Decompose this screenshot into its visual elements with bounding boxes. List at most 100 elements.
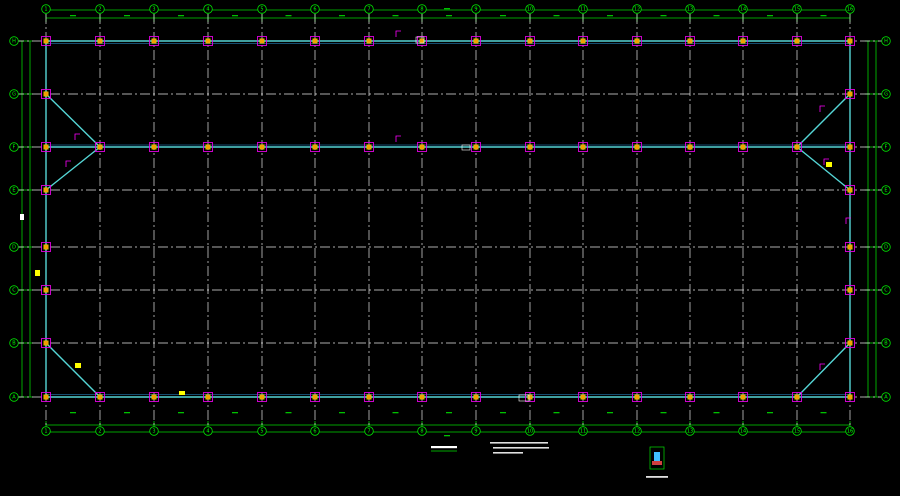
axis-bubbles: 1122334455667788991010111112121313141415… bbox=[9, 4, 891, 436]
dim-value-mark bbox=[713, 412, 720, 414]
axis-bubble-left-A-label: A bbox=[12, 394, 16, 400]
axis-bubble-left-G-label: G bbox=[12, 91, 16, 97]
dim-value-mark bbox=[500, 412, 506, 414]
column-core bbox=[794, 394, 800, 400]
column-core bbox=[312, 38, 318, 44]
axis-bubble-right-H-label: H bbox=[884, 38, 888, 44]
axis-bubble-left-C-label: C bbox=[12, 287, 16, 293]
column-core bbox=[794, 144, 800, 150]
axis-bubble-bottom-9-label: 9 bbox=[474, 428, 477, 434]
axis-bubble-top-7-label: 7 bbox=[367, 6, 370, 12]
axis-bubble-bottom-14-label: 14 bbox=[740, 428, 746, 434]
dim-value-mark bbox=[660, 15, 667, 17]
annotations bbox=[20, 30, 851, 402]
axis-bubble-left-F-label: F bbox=[13, 144, 16, 150]
axis-grid bbox=[14, 14, 886, 428]
leader-mark bbox=[65, 160, 71, 167]
axis-bubble-bottom-4-label: 4 bbox=[206, 428, 209, 434]
dim-value-mark bbox=[820, 15, 827, 17]
title-notes bbox=[431, 442, 668, 478]
column-core bbox=[847, 187, 853, 193]
axis-bubble-top-5-label: 5 bbox=[260, 6, 263, 12]
dim-value-mark bbox=[607, 15, 613, 17]
column-core bbox=[366, 394, 372, 400]
axis-bubble-bottom-12-label: 12 bbox=[634, 428, 640, 434]
axis-bubble-bottom-10-label: 10 bbox=[527, 428, 533, 434]
axis-bubble-right-E-label: E bbox=[884, 187, 887, 193]
column-core bbox=[259, 144, 265, 150]
brace-left-bottom bbox=[45, 342, 101, 398]
section-tag bbox=[75, 363, 81, 368]
dim-value-mark bbox=[553, 412, 560, 414]
axis-bubble-right-B-label: B bbox=[884, 340, 888, 346]
dim-total-mark bbox=[444, 435, 450, 437]
dim-value-mark bbox=[446, 15, 452, 17]
columns bbox=[41, 36, 855, 402]
column-core bbox=[97, 394, 103, 400]
column-core bbox=[312, 144, 318, 150]
axis-bubble-left-E-label: E bbox=[12, 187, 15, 193]
dim-value-mark bbox=[232, 15, 238, 17]
brace-right-lower bbox=[796, 146, 851, 191]
column-core bbox=[473, 38, 479, 44]
dim-value-mark bbox=[339, 15, 345, 17]
column-core bbox=[43, 244, 49, 250]
dim-value-mark bbox=[767, 15, 773, 17]
column-core bbox=[634, 38, 640, 44]
column-core bbox=[97, 38, 103, 44]
column-core bbox=[740, 394, 746, 400]
axis-bubble-top-4-label: 4 bbox=[206, 6, 209, 12]
axis-bubble-top-11-label: 11 bbox=[580, 6, 586, 12]
column-core bbox=[847, 38, 853, 44]
column-core bbox=[205, 38, 211, 44]
axis-bubble-top-3-label: 3 bbox=[152, 6, 155, 12]
column-core bbox=[43, 340, 49, 346]
dim-value-mark bbox=[660, 412, 667, 414]
column-core bbox=[312, 394, 318, 400]
column-core bbox=[634, 394, 640, 400]
dim-value-mark bbox=[178, 15, 184, 17]
dim-value-mark bbox=[285, 15, 292, 17]
dim-value-mark bbox=[500, 15, 506, 17]
axis-bubble-top-16-label: 16 bbox=[847, 6, 853, 12]
column-core bbox=[151, 38, 157, 44]
axis-bubble-right-D-label: D bbox=[884, 244, 888, 250]
drawing-title-mark bbox=[431, 446, 457, 449]
column-core bbox=[687, 394, 693, 400]
axis-bubble-top-1-label: 1 bbox=[44, 6, 47, 12]
detail-caption-mark bbox=[646, 476, 668, 478]
dim-total-mark bbox=[444, 8, 450, 10]
column-core bbox=[847, 91, 853, 97]
column-core bbox=[151, 144, 157, 150]
column-core bbox=[847, 287, 853, 293]
axis-bubble-top-14-label: 14 bbox=[740, 6, 746, 12]
section-tag bbox=[35, 270, 40, 276]
dim-value-mark bbox=[70, 412, 76, 414]
axis-bubble-bottom-5-label: 5 bbox=[260, 428, 263, 434]
column-core bbox=[43, 91, 49, 97]
axis-bubble-bottom-7-label: 7 bbox=[367, 428, 370, 434]
column-core bbox=[847, 144, 853, 150]
column-core bbox=[473, 144, 479, 150]
leader-mark bbox=[395, 30, 401, 37]
column-core bbox=[419, 144, 425, 150]
column-core bbox=[740, 38, 746, 44]
column-core bbox=[580, 394, 586, 400]
note-line bbox=[493, 447, 549, 449]
axis-bubble-bottom-16-label: 16 bbox=[847, 428, 853, 434]
brace-left-upper bbox=[45, 93, 101, 148]
column-core bbox=[366, 38, 372, 44]
axis-bubble-bottom-13-label: 13 bbox=[687, 428, 693, 434]
dim-value-mark bbox=[392, 412, 399, 414]
section-tag bbox=[179, 391, 185, 395]
column-core bbox=[527, 144, 533, 150]
axis-bubble-top-13-label: 13 bbox=[687, 6, 693, 12]
dimension-lines bbox=[19, 8, 879, 437]
detail-column bbox=[654, 452, 660, 461]
dim-value-mark bbox=[285, 412, 292, 414]
column-core bbox=[43, 144, 49, 150]
side-label-mark bbox=[20, 214, 24, 220]
steel-beams bbox=[45, 40, 851, 398]
axis-bubble-left-H-label: H bbox=[12, 38, 16, 44]
axis-bubble-right-A-label: A bbox=[884, 394, 888, 400]
